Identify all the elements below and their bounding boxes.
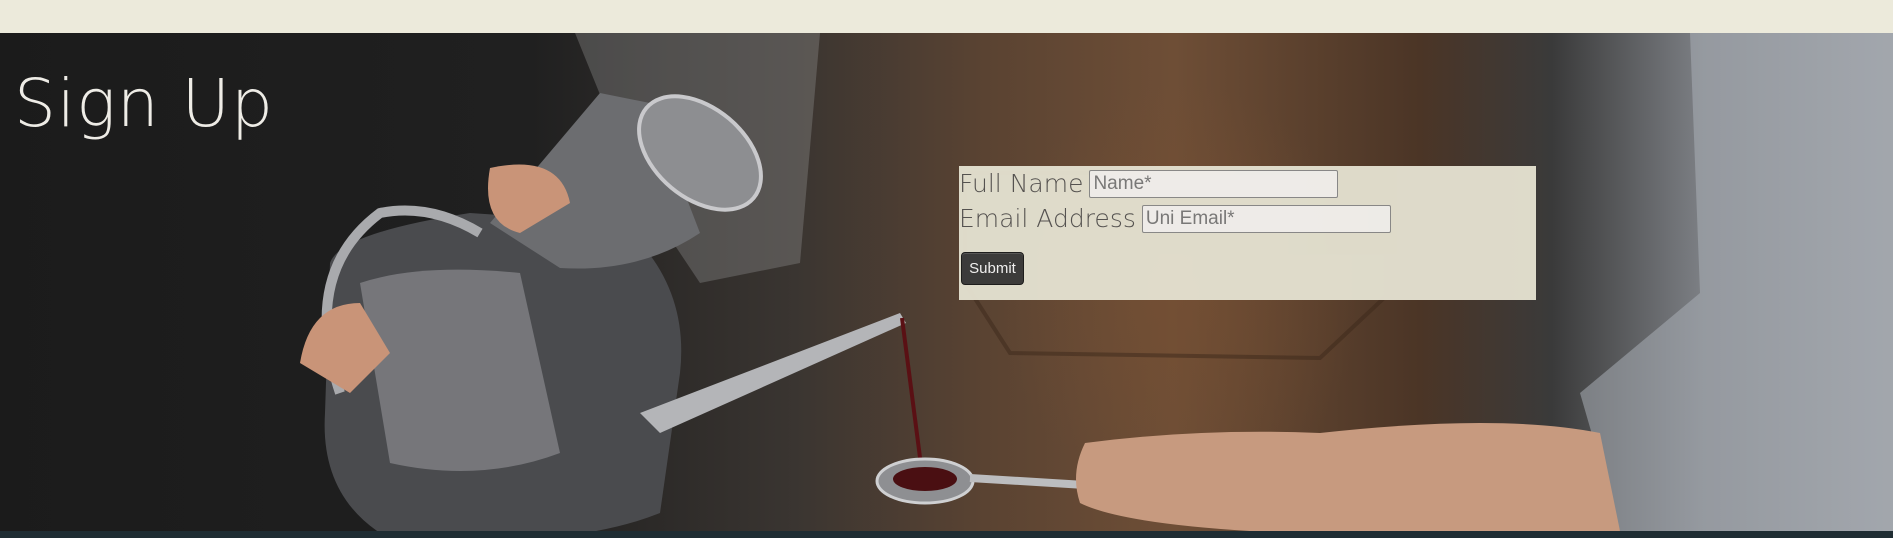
bottom-bar: [0, 531, 1893, 538]
shirt-sleeve: [1580, 33, 1893, 531]
hero-section: Sign Up Full Name Email Address Submit: [0, 33, 1893, 531]
submit-button[interactable]: Submit: [961, 252, 1024, 285]
email-address-label: Email Address: [959, 204, 1136, 233]
email-input[interactable]: [1141, 205, 1391, 233]
right-hand: [1076, 423, 1620, 531]
full-name-input[interactable]: [1089, 170, 1339, 198]
signup-form: Full Name Email Address Submit: [959, 166, 1536, 300]
sauce-stream: [900, 317, 924, 474]
hero-background-image: [300, 33, 1893, 531]
email-row: Email Address: [959, 204, 1391, 234]
full-name-label: Full Name: [959, 169, 1084, 198]
top-nav-bar: [0, 0, 1893, 33]
name-row: Full Name: [959, 169, 1339, 199]
page-title: Sign Up: [14, 65, 274, 142]
